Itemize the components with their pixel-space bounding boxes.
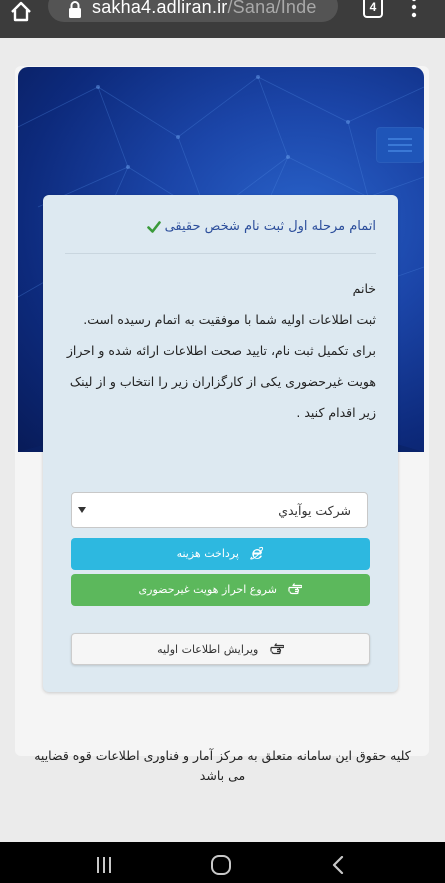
- recents-icon[interactable]: [94, 856, 114, 874]
- edit-initial-info-button[interactable]: ویرایش اطلاعات اولیه: [71, 633, 370, 665]
- url-path: /Sana/Inde: [227, 0, 317, 17]
- check-icon: [146, 221, 161, 233]
- url-host: sakha4.adliran.ir: [92, 0, 228, 17]
- divider: [65, 253, 376, 254]
- tab-switcher-button[interactable]: 4: [363, 0, 383, 18]
- pay-fee-button[interactable]: پرداخت هزینه: [71, 538, 370, 570]
- internet-explorer-icon: [250, 546, 264, 560]
- registration-result-card: اتمام مرحله اول ثبت نام شخص حقیقی خانم ث…: [43, 195, 398, 692]
- system-nav-bar: [0, 842, 445, 883]
- status-message: خانم ثبت اطلاعات اولیه شما با موفقیت به …: [64, 273, 376, 428]
- message-salutation: خانم: [352, 281, 376, 296]
- home-circle-icon[interactable]: [210, 855, 232, 875]
- message-success: ثبت اطلاعات اولیه شما با موفقیت به اتمام…: [83, 312, 376, 327]
- home-icon[interactable]: [4, 0, 38, 24]
- back-icon[interactable]: [331, 856, 345, 874]
- kebab-menu-icon[interactable]: [408, 0, 420, 20]
- hand-pointer-icon: [288, 583, 303, 595]
- browser-toolbar: sakha4.adliran.ir/Sana/Inde 4: [0, 0, 445, 38]
- nav-toggle-button[interactable]: [376, 127, 424, 163]
- hand-pointer-icon: [270, 643, 284, 655]
- hamburger-icon: [388, 138, 412, 140]
- pay-fee-label: پرداخت هزینه: [176, 547, 239, 560]
- card-title: اتمام مرحله اول ثبت نام شخص حقیقی: [146, 219, 376, 234]
- page-viewport: اتمام مرحله اول ثبت نام شخص حقیقی خانم ث…: [0, 38, 445, 842]
- edit-initial-info-label: ویرایش اطلاعات اولیه: [157, 643, 259, 656]
- url-text[interactable]: sakha4.adliran.ir/Sana/Inde: [92, 0, 317, 18]
- start-remote-verification-label: شروع احراز هویت غیرحضوری: [138, 583, 277, 596]
- lock-icon: [69, 1, 81, 18]
- copyright-text: کلیه حقوق این سامانه متعلق به مرکز آمار …: [34, 748, 411, 783]
- hamburger-bar: [388, 144, 412, 146]
- dropdown-arrow-icon: [78, 507, 86, 513]
- provider-select[interactable]: شرکت یوآیدي: [71, 492, 368, 528]
- card-title-text: اتمام مرحله اول ثبت نام شخص حقیقی: [164, 219, 376, 234]
- provider-select-value: شرکت یوآیدي: [278, 503, 351, 518]
- message-instructions: برای تکمیل ثبت نام، تایید صحت اطلاعات ار…: [66, 343, 376, 420]
- hamburger-bar: [388, 150, 412, 152]
- start-remote-verification-button[interactable]: شروع احراز هویت غیرحضوری: [71, 574, 370, 606]
